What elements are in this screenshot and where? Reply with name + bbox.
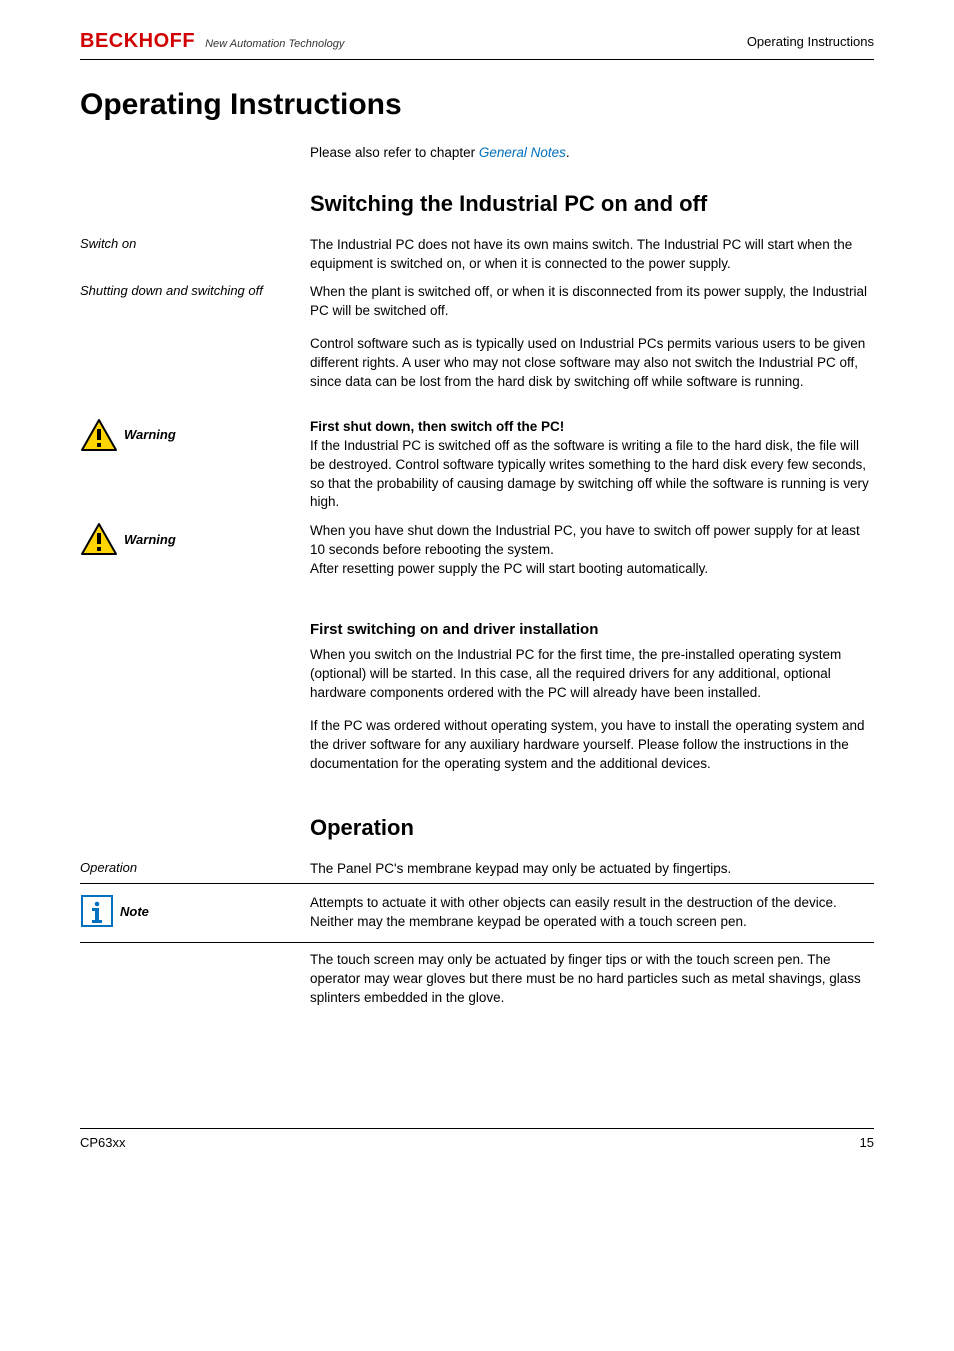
switch-on-row: Switch on The Industrial PC does not hav… <box>80 236 874 274</box>
page: BECKHOFF New Automation Technology Opera… <box>0 0 954 1190</box>
first-switch-heading: First switching on and driver installati… <box>310 619 874 640</box>
first-switch-p2: If the PC was ordered without operating … <box>310 717 874 774</box>
intro-body: Please also refer to chapter General Not… <box>310 144 874 163</box>
page-header: BECKHOFF New Automation Technology Opera… <box>80 30 874 60</box>
warning2-label: Warning <box>124 532 176 547</box>
warning2-p1: When you have shut down the Industrial P… <box>310 523 860 557</box>
operation-intro-body: The Panel PC's membrane keypad may only … <box>310 860 874 879</box>
logo-area: BECKHOFF New Automation Technology <box>80 30 344 53</box>
warning2-row: Warning When you have shut down the Indu… <box>80 522 874 579</box>
note-body: Attempts to actuate it with other object… <box>310 894 874 932</box>
empty-sidenote <box>80 951 310 1008</box>
empty-sidenote <box>80 189 310 226</box>
switching-heading-body: Switching the Industrial PC on and off <box>310 189 874 226</box>
switch-on-text: The Industrial PC does not have its own … <box>310 236 874 274</box>
switch-on-body: The Industrial PC does not have its own … <box>310 236 874 274</box>
warning1-body: First shut down, then switch off the PC!… <box>310 418 874 512</box>
general-notes-link[interactable]: General Notes <box>479 145 566 160</box>
warning-icon <box>80 418 118 452</box>
footer-page-number: 15 <box>860 1135 874 1150</box>
empty-sidenote <box>80 619 310 773</box>
note-text: Attempts to actuate it with other object… <box>310 894 874 932</box>
first-switch-row: First switching on and driver installati… <box>80 619 874 773</box>
content: Please also refer to chapter General Not… <box>80 144 874 1008</box>
brand-tagline: New Automation Technology <box>205 38 344 50</box>
shut-off-body: When the plant is switched off, or when … <box>310 283 874 391</box>
page-title: Operating Instructions <box>80 88 874 122</box>
warning1-head: First shut down, then switch off the PC! <box>310 419 564 434</box>
touch-row: The touch screen may only be actuated by… <box>80 951 874 1008</box>
touch-text: The touch screen may only be actuated by… <box>310 951 874 1008</box>
warning1-sidenote: Warning <box>80 418 310 512</box>
operation-intro-row: Operation The Panel PC's membrane keypad… <box>80 860 874 879</box>
operation-heading: Operation <box>310 813 874 844</box>
warning1-label: Warning <box>124 427 176 442</box>
shut-off-sidenote: Shutting down and switching off <box>80 283 310 391</box>
footer-left: CP63xx <box>80 1135 126 1150</box>
operation-heading-row: Operation <box>80 813 874 850</box>
intro-prefix: Please also refer to chapter <box>310 145 479 160</box>
warning2-sidenote: Warning <box>80 522 310 579</box>
warning-icon <box>80 522 118 556</box>
intro-suffix: . <box>566 145 570 160</box>
operation-sidenote: Operation <box>80 860 310 879</box>
note-label: Note <box>120 904 149 919</box>
first-switch-body: First switching on and driver installati… <box>310 619 874 773</box>
shut-off-p2: Control software such as is typically us… <box>310 335 874 392</box>
warning2-body: When you have shut down the Industrial P… <box>310 522 874 579</box>
warning1-row: Warning First shut down, then switch off… <box>80 418 874 512</box>
first-switch-p1: When you switch on the Industrial PC for… <box>310 646 874 703</box>
switch-on-sidenote: Switch on <box>80 236 310 274</box>
note-row: Note Attempts to actuate it with other o… <box>80 883 874 943</box>
switching-heading-row: Switching the Industrial PC on and off <box>80 189 874 226</box>
note-sidenote: Note <box>80 894 310 932</box>
intro-sidenote <box>80 144 310 163</box>
warning2-p2: After resetting power supply the PC will… <box>310 561 708 576</box>
shut-off-row: Shutting down and switching off When the… <box>80 283 874 391</box>
switching-heading: Switching the Industrial PC on and off <box>310 189 874 220</box>
header-section-label: Operating Instructions <box>747 34 874 49</box>
touch-body: The touch screen may only be actuated by… <box>310 951 874 1008</box>
operation-intro-text: The Panel PC's membrane keypad may only … <box>310 860 874 879</box>
info-icon <box>80 894 114 928</box>
empty-sidenote <box>80 813 310 850</box>
brand-logo: BECKHOFF <box>80 30 195 53</box>
page-footer: CP63xx 15 <box>80 1128 874 1150</box>
intro-row: Please also refer to chapter General Not… <box>80 144 874 163</box>
operation-heading-body: Operation <box>310 813 874 850</box>
shut-off-p1: When the plant is switched off, or when … <box>310 283 874 321</box>
warning1-text: If the Industrial PC is switched off as … <box>310 438 869 510</box>
